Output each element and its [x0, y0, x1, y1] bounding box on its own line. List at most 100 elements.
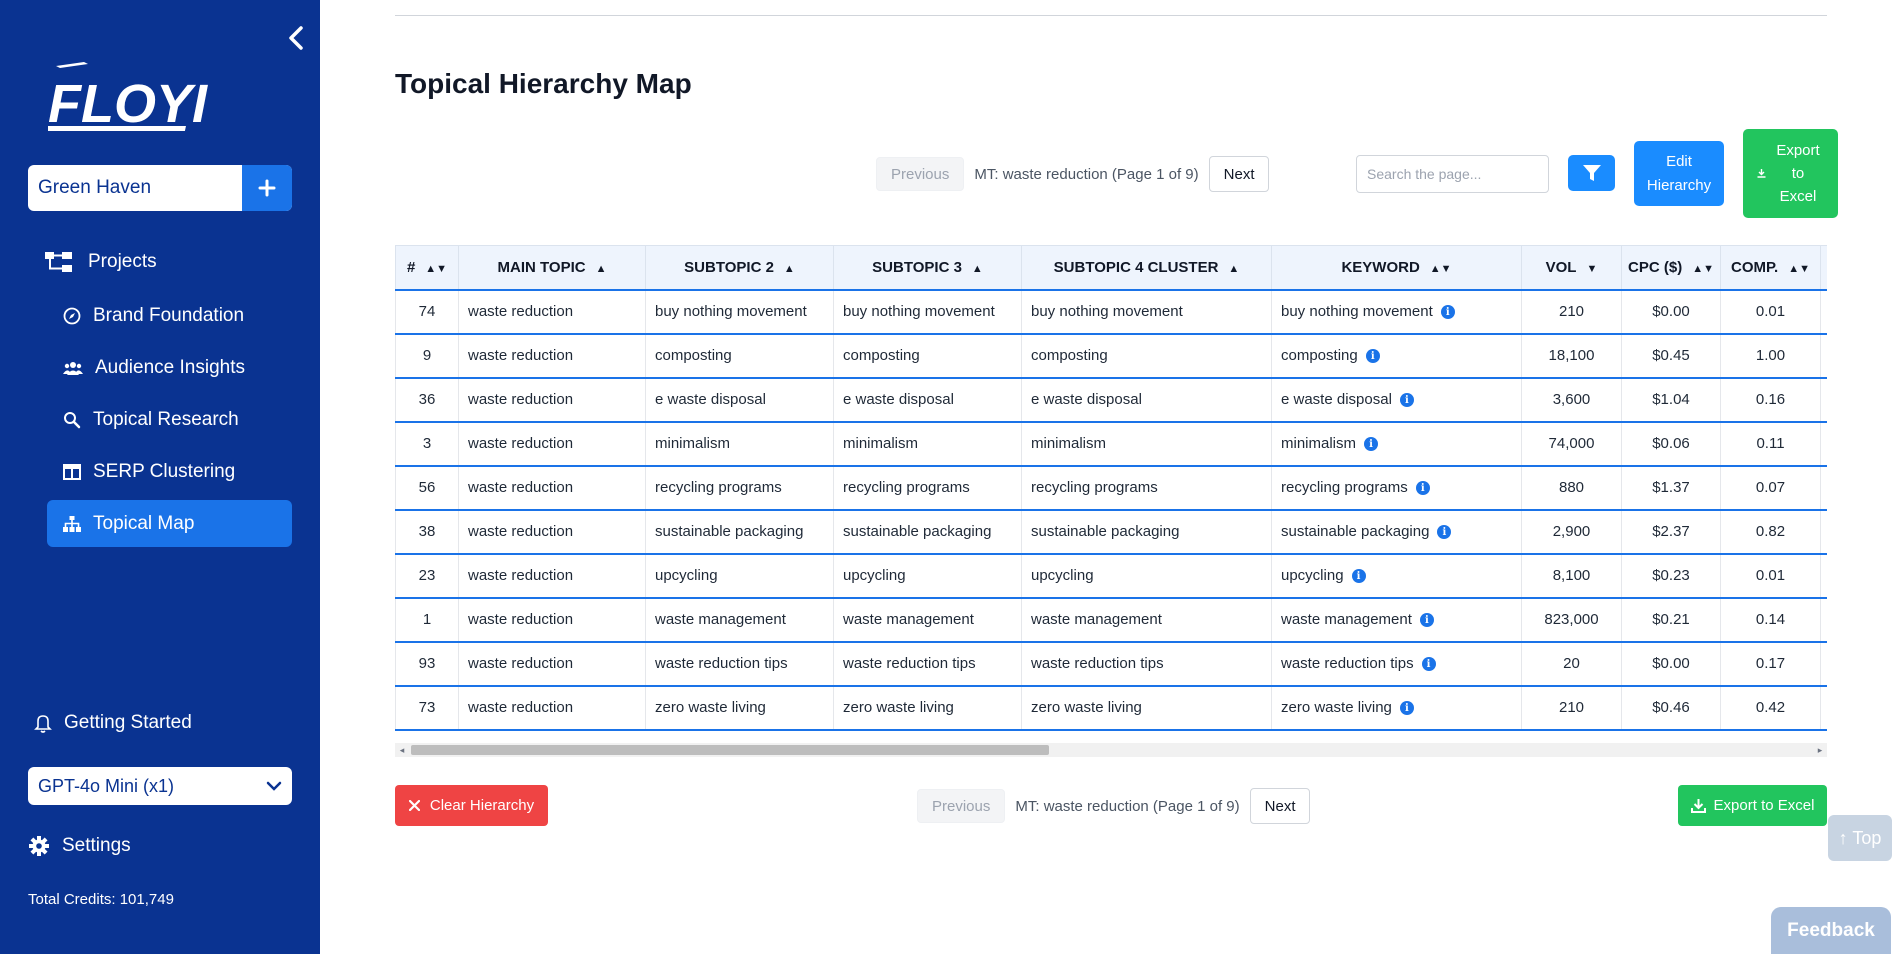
- info-icon[interactable]: i: [1365, 349, 1380, 364]
- feedback-button[interactable]: Feedback: [1771, 907, 1891, 954]
- column-header-subtopic-2[interactable]: SUBTOPIC 2 ▲: [645, 245, 834, 291]
- export-to-excel-button-bottom[interactable]: Export to Excel: [1678, 785, 1827, 826]
- sort-asc-icon: ▲: [783, 262, 795, 275]
- settings-link[interactable]: Settings: [28, 835, 131, 857]
- column-header-main-topic[interactable]: MAIN TOPIC ▲: [458, 245, 646, 291]
- edit-hierarchy-button[interactable]: Edit Hierarchy: [1634, 141, 1724, 206]
- project-name[interactable]: Green Haven: [28, 165, 242, 211]
- cell-number: 93: [395, 641, 459, 687]
- nav-projects-label: Projects: [88, 251, 157, 272]
- cell-subtopic-3: zero waste living: [833, 685, 1022, 731]
- export-to-excel-button-top[interactable]: Export to Excel: [1743, 129, 1838, 218]
- cell-subtopic-3: e waste disposal: [833, 377, 1022, 423]
- cell-subtopic-3: waste reduction tips: [833, 641, 1022, 687]
- scroll-to-top-button[interactable]: ↑ Top: [1828, 815, 1892, 861]
- table-row[interactable]: 73 waste reduction zero waste living zero w…: [395, 685, 1827, 731]
- pagination-bottom: Previous MT: waste reduction (Page 1 of …: [917, 788, 1311, 824]
- cell-main-topic: waste reduction: [458, 509, 646, 555]
- scroll-left-arrow-icon[interactable]: ◂: [395, 743, 409, 757]
- cell-vol: 74,000: [1521, 421, 1622, 467]
- total-credits: Total Credits: 101,749: [28, 891, 174, 908]
- column-header-comp[interactable]: COMP. ▲▼: [1720, 245, 1821, 291]
- cell-subtopic-4-cluster: waste reduction tips: [1021, 641, 1272, 687]
- cell-subtopic-2: composting: [645, 333, 834, 379]
- column-header-overflow: [1820, 245, 1827, 291]
- collapse-sidebar-chevron-left-icon[interactable]: [284, 24, 308, 52]
- next-button[interactable]: Next: [1208, 156, 1270, 192]
- table-row[interactable]: 3 waste reduction minimalism minimalism mini…: [395, 421, 1827, 467]
- info-icon[interactable]: i: [1421, 657, 1436, 672]
- bell-icon: [34, 715, 52, 733]
- column-header-subtopic-4-cluster[interactable]: SUBTOPIC 4 CLUSTER ▲: [1021, 245, 1272, 291]
- info-icon[interactable]: i: [1364, 437, 1378, 452]
- table-row[interactable]: 93 waste reduction waste reduction tips was…: [395, 641, 1827, 687]
- info-icon[interactable]: i: [1399, 393, 1414, 408]
- cell-comp: 0.01: [1720, 289, 1821, 335]
- getting-started-link[interactable]: Getting Started: [34, 712, 192, 734]
- cell-overflow: [1820, 509, 1827, 555]
- info-icon[interactable]: i: [1351, 569, 1366, 584]
- column-header-vol[interactable]: VOL ▼: [1521, 245, 1622, 291]
- sidebar-item-brand-foundation[interactable]: Brand Foundation: [47, 292, 292, 339]
- sidebar-item-topical-research[interactable]: Topical Research: [47, 396, 292, 443]
- info-icon[interactable]: i: [1419, 613, 1434, 628]
- sidebar-item-serp-clustering[interactable]: SERP Clustering: [47, 448, 292, 495]
- column-header-keyword[interactable]: KEYWORD ▲▼: [1271, 245, 1522, 291]
- filter-button[interactable]: [1568, 155, 1615, 191]
- horizontal-scrollbar[interactable]: ◂ ▸: [395, 743, 1827, 757]
- sort-asc-icon: ▲: [971, 262, 983, 275]
- nav-projects[interactable]: Projects: [44, 250, 157, 274]
- column-header-subtopic-3[interactable]: SUBTOPIC 3 ▲: [833, 245, 1022, 291]
- table-row[interactable]: 1 waste reduction waste management waste ma…: [395, 597, 1827, 643]
- sidebar-item-label: Brand Foundation: [93, 304, 245, 326]
- sort-asc-icon: ▲: [595, 262, 607, 275]
- scroll-right-arrow-icon[interactable]: ▸: [1813, 743, 1827, 757]
- search-input[interactable]: [1356, 155, 1549, 193]
- column-header-cpc[interactable]: CPC ($) ▲▼: [1621, 245, 1721, 291]
- cell-main-topic: waste reduction: [458, 597, 646, 643]
- chevron-down-icon: [266, 781, 282, 791]
- previous-button[interactable]: Previous: [876, 157, 965, 191]
- model-select[interactable]: GPT-4o Mini (x1): [28, 767, 292, 805]
- cell-number: 3: [395, 421, 459, 467]
- table-row[interactable]: 74 waste reduction buy nothing movement buy…: [395, 289, 1827, 335]
- cell-vol: 210: [1521, 685, 1622, 731]
- column-header-number[interactable]: # ▲▼: [395, 245, 459, 291]
- info-icon[interactable]: i: [1440, 305, 1455, 320]
- info-icon[interactable]: i: [1415, 481, 1430, 496]
- next-button[interactable]: Next: [1249, 788, 1311, 824]
- previous-button[interactable]: Previous: [917, 789, 1006, 823]
- cell-keyword: buy nothing movement i: [1271, 289, 1522, 335]
- sitemap-icon: [63, 515, 81, 532]
- cell-cpc: $0.06: [1621, 421, 1721, 467]
- download-icon: [1757, 169, 1766, 178]
- project-selector[interactable]: Green Haven: [28, 165, 292, 211]
- sidebar-nav: Brand Foundation Audience Insights Topic…: [47, 292, 292, 552]
- info-icon[interactable]: i: [1437, 525, 1452, 540]
- info-icon[interactable]: i: [1399, 701, 1414, 716]
- sidebar-item-audience-insights[interactable]: Audience Insights: [47, 344, 292, 391]
- clear-hierarchy-label: Clear Hierarchy: [429, 797, 535, 814]
- add-project-button[interactable]: [242, 165, 292, 211]
- table-row[interactable]: 38 waste reduction sustainable packaging su…: [395, 509, 1827, 555]
- cell-main-topic: waste reduction: [458, 377, 646, 423]
- sort-asc-icon: ▲: [1228, 262, 1240, 275]
- table-row[interactable]: 9 waste reduction composting composting comp…: [395, 333, 1827, 379]
- table-row[interactable]: 36 waste reduction e waste disposal e waste…: [395, 377, 1827, 423]
- model-select-value: GPT-4o Mini (x1): [38, 775, 175, 796]
- cell-comp: 0.16: [1720, 377, 1821, 423]
- cell-vol: 8,100: [1521, 553, 1622, 599]
- sidebar-item-topical-map[interactable]: Topical Map: [47, 500, 292, 547]
- cell-main-topic: waste reduction: [458, 421, 646, 467]
- cell-overflow: [1820, 465, 1827, 511]
- clear-hierarchy-button[interactable]: Clear Hierarchy: [395, 785, 548, 826]
- scrollbar-thumb[interactable]: [411, 745, 1049, 755]
- cell-vol: 20: [1521, 641, 1622, 687]
- cell-main-topic: waste reduction: [458, 333, 646, 379]
- table-row[interactable]: 56 waste reduction recycling programs recyc…: [395, 465, 1827, 511]
- cell-subtopic-2: zero waste living: [645, 685, 834, 731]
- table-row[interactable]: 23 waste reduction upcycling upcycling upcyc…: [395, 553, 1827, 599]
- cell-subtopic-2: recycling programs: [645, 465, 834, 511]
- cell-subtopic-4-cluster: buy nothing movement: [1021, 289, 1272, 335]
- cell-comp: 1.00: [1720, 333, 1821, 379]
